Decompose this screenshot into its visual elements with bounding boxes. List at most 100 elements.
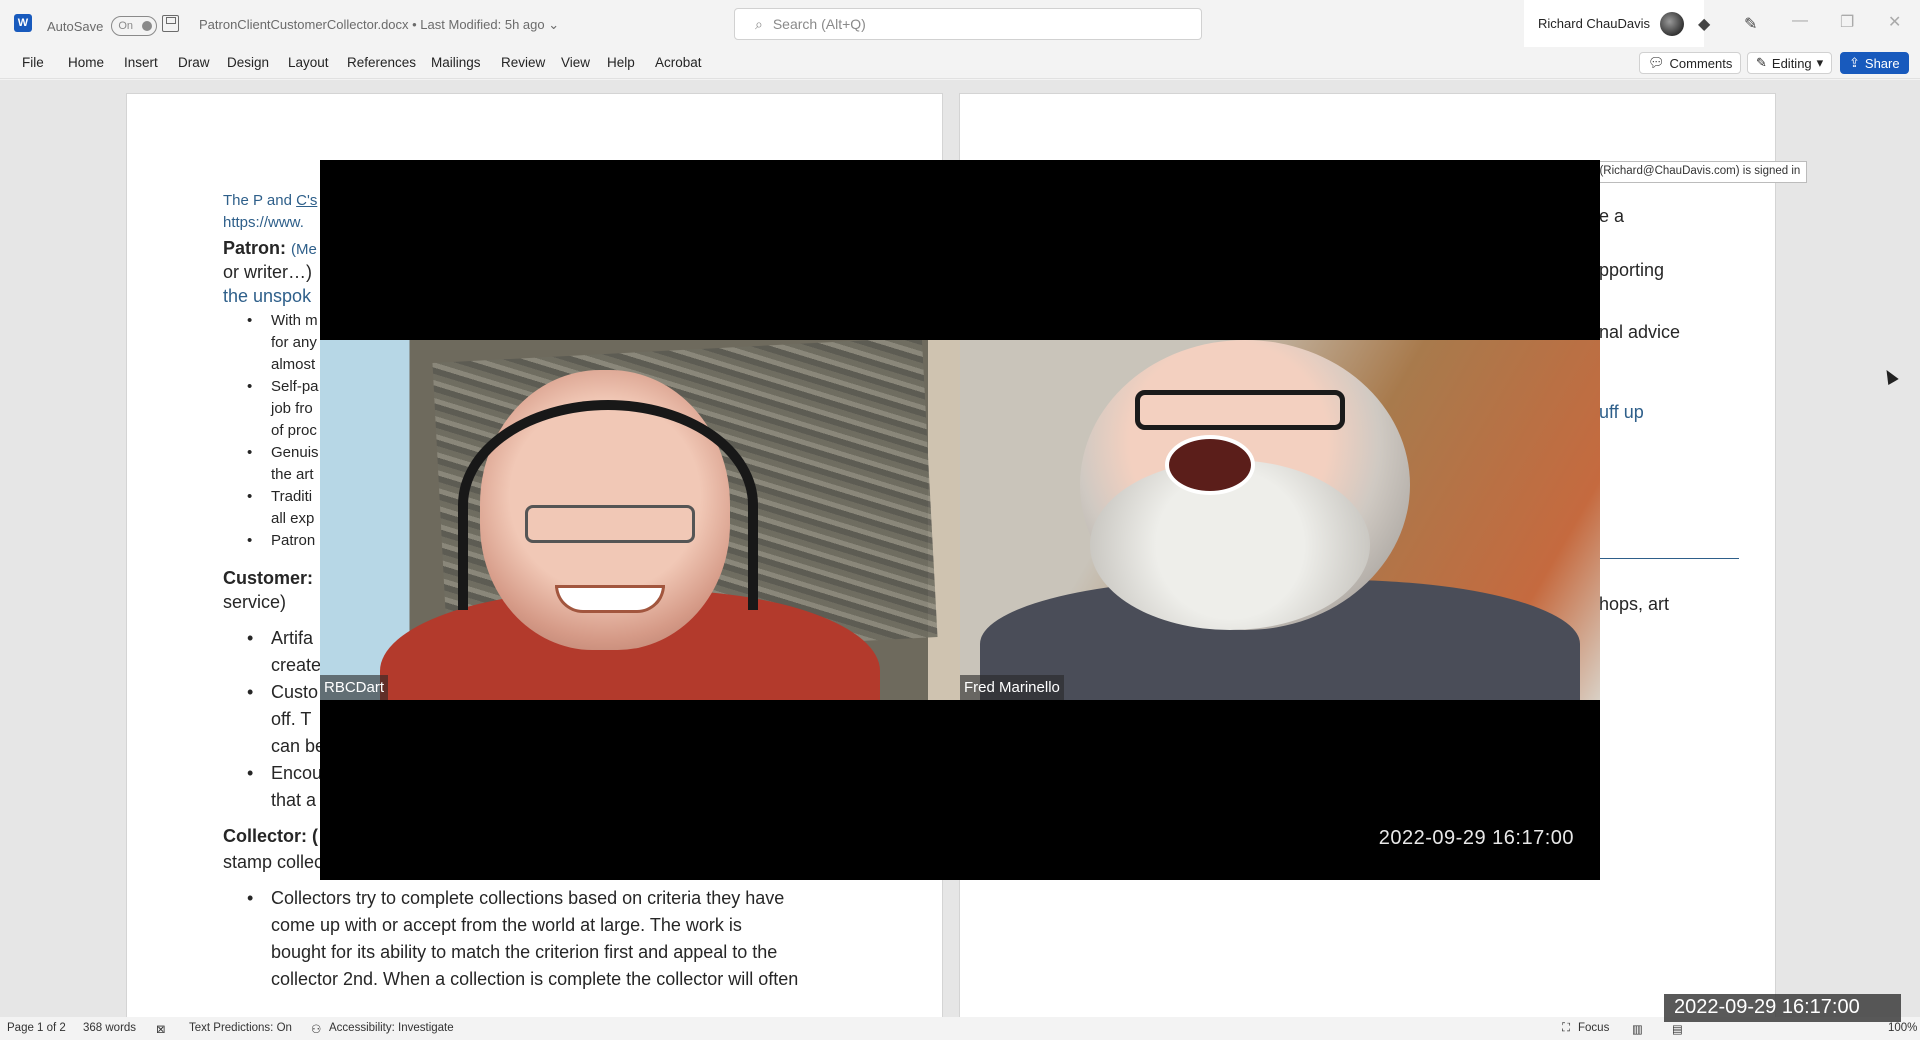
document-title[interactable]: PatronClientCustomerCollector.docx • Las…	[199, 17, 559, 33]
proofing-icon[interactable]: ⊠	[156, 1022, 166, 1036]
tab-review[interactable]: Review	[501, 55, 545, 70]
page-count[interactable]: Page 1 of 2	[7, 1022, 66, 1034]
word-count[interactable]: 368 words	[83, 1022, 136, 1034]
word-app-icon: W	[14, 14, 32, 32]
list-item: Custo	[247, 682, 318, 703]
list-item: the art	[271, 466, 314, 483]
participant-name-tag: Fred Marinello	[960, 675, 1064, 700]
restore-icon[interactable]: ❐	[1840, 12, 1854, 32]
user-account[interactable]: Richard ChauDavis	[1524, 0, 1704, 47]
zoom-level[interactable]: 100%	[1888, 1022, 1917, 1034]
list-item: Patron	[247, 532, 315, 549]
comments-label: Comments	[1669, 55, 1733, 71]
chevron-down-icon: ▾	[1816, 55, 1824, 70]
list-item: Artifa	[247, 628, 313, 649]
list-item: almost	[271, 356, 316, 373]
comments-button[interactable]: 💬︎ Comments	[1639, 52, 1742, 74]
page2-fragment: nal advice	[1599, 322, 1681, 342]
patron-heading-line: Patron: (Me	[223, 238, 317, 259]
patron-note: (Me	[291, 241, 317, 258]
status-bar: Page 1 of 2 368 words ⊠ Text Predictions…	[0, 1017, 1920, 1040]
autosave-control[interactable]: AutoSave On	[47, 16, 158, 36]
text-predictions-status[interactable]: Text Predictions: On	[189, 1022, 292, 1034]
participant-tile-rbcdart[interactable]: RBCDart	[320, 340, 960, 700]
list-item: that a	[271, 790, 317, 810]
patron-line3: the unspok	[223, 286, 312, 306]
list-item: all exp	[271, 510, 315, 527]
save-icon[interactable]	[162, 15, 179, 32]
pencil-icon: ✎	[1756, 55, 1767, 70]
list-item: bought for its ability to match the crit…	[271, 942, 778, 962]
title-bar: W AutoSave On PatronClientCustomerCollec…	[0, 0, 1920, 47]
smile	[555, 585, 665, 613]
tab-help[interactable]: Help	[607, 55, 635, 70]
pen-icon[interactable]: ✎	[1744, 14, 1757, 34]
read-mode-icon[interactable]: ▥	[1632, 1022, 1643, 1036]
comment-icon: 💬︎	[1648, 55, 1665, 70]
glasses	[1135, 390, 1345, 430]
share-icon: ⇪	[1849, 55, 1860, 70]
list-item: of proc	[271, 422, 317, 439]
intro-line: The P and C's	[223, 192, 317, 209]
list-item: job fro	[271, 400, 313, 417]
search-placeholder: Search (Alt+Q)	[772, 16, 866, 32]
accessibility-icon: ⚇	[311, 1024, 322, 1036]
collector-heading: Collector: (	[223, 826, 319, 846]
list-item: create	[271, 655, 322, 675]
list-item: Encou	[247, 763, 322, 784]
glasses	[525, 505, 695, 543]
minimize-icon[interactable]: —	[1792, 12, 1808, 30]
laughing-mouth	[1165, 435, 1255, 495]
page2-fragment: hops, art	[1599, 594, 1670, 614]
search-box[interactable]: ⌕ Search (Alt+Q)	[734, 8, 1202, 40]
list-item: With m	[247, 312, 318, 329]
editing-mode-button[interactable]: ✎ Editing ▾	[1747, 52, 1833, 74]
ribbon-tabs: File Home Insert Draw Design Layout Refe…	[0, 47, 1920, 79]
url-line[interactable]: https://www.	[223, 214, 304, 231]
list-item: collector 2nd. When a collection is comp…	[271, 969, 799, 989]
focus-icon: ⛶	[1562, 1022, 1571, 1034]
close-icon[interactable]: ✕	[1888, 12, 1901, 32]
horizontal-rule	[1599, 558, 1739, 559]
video-call-window[interactable]: RBCDart Fred Marinello 2022-09-29 16:17:…	[320, 160, 1600, 880]
tab-file[interactable]: File	[22, 55, 44, 70]
premium-diamond-icon[interactable]: ◆	[1698, 14, 1710, 34]
user-name: Richard ChauDavis	[1538, 16, 1650, 31]
avatar	[1660, 11, 1684, 36]
accessibility-status[interactable]: Accessibility: Investigate	[329, 1022, 454, 1034]
participant-tile-fred-marinello[interactable]: Fred Marinello	[960, 340, 1600, 700]
tab-draw[interactable]: Draw	[178, 55, 210, 70]
autosave-toggle[interactable]: On	[111, 16, 158, 36]
list-item: Traditi	[247, 488, 312, 505]
page2-fragment: pporting	[1599, 260, 1665, 280]
tab-insert[interactable]: Insert	[124, 55, 158, 70]
tab-acrobat[interactable]: Acrobat	[655, 55, 702, 70]
patron-line2: or writer…)	[223, 262, 312, 282]
tab-layout[interactable]: Layout	[288, 55, 329, 70]
participant-name-tag: RBCDart	[320, 675, 389, 700]
tab-mailings[interactable]: Mailings	[431, 55, 481, 70]
print-layout-icon[interactable]: ▤	[1672, 1022, 1683, 1036]
list-item: Self-pa	[247, 378, 318, 395]
intro-text: The P and	[223, 192, 297, 209]
overlay-timestamp: 2022-09-29 16:17:00	[1664, 994, 1901, 1022]
share-button[interactable]: ⇪ Share	[1840, 52, 1909, 74]
editing-label: Editing	[1771, 55, 1812, 71]
list-item: come up with or accept from the world at…	[271, 915, 742, 935]
customer-line2: service)	[223, 592, 287, 612]
page2-fragment: uff up	[1599, 402, 1644, 422]
tab-design[interactable]: Design	[227, 55, 269, 70]
customer-heading: Customer:	[223, 568, 314, 588]
patron-heading: Patron:	[223, 238, 286, 258]
tab-view[interactable]: View	[561, 55, 590, 70]
search-icon: ⌕	[755, 15, 763, 32]
autosave-label: AutoSave	[47, 18, 104, 34]
page2-fragment: e a	[1599, 206, 1625, 226]
list-item: Genuis	[247, 444, 318, 461]
intro-link[interactable]: C's	[296, 192, 317, 209]
list-item: for any	[271, 334, 317, 351]
tab-home[interactable]: Home	[68, 55, 104, 70]
tab-references[interactable]: References	[347, 55, 416, 70]
list-item: can be	[271, 736, 326, 756]
focus-mode[interactable]: Focus	[1578, 1022, 1609, 1034]
